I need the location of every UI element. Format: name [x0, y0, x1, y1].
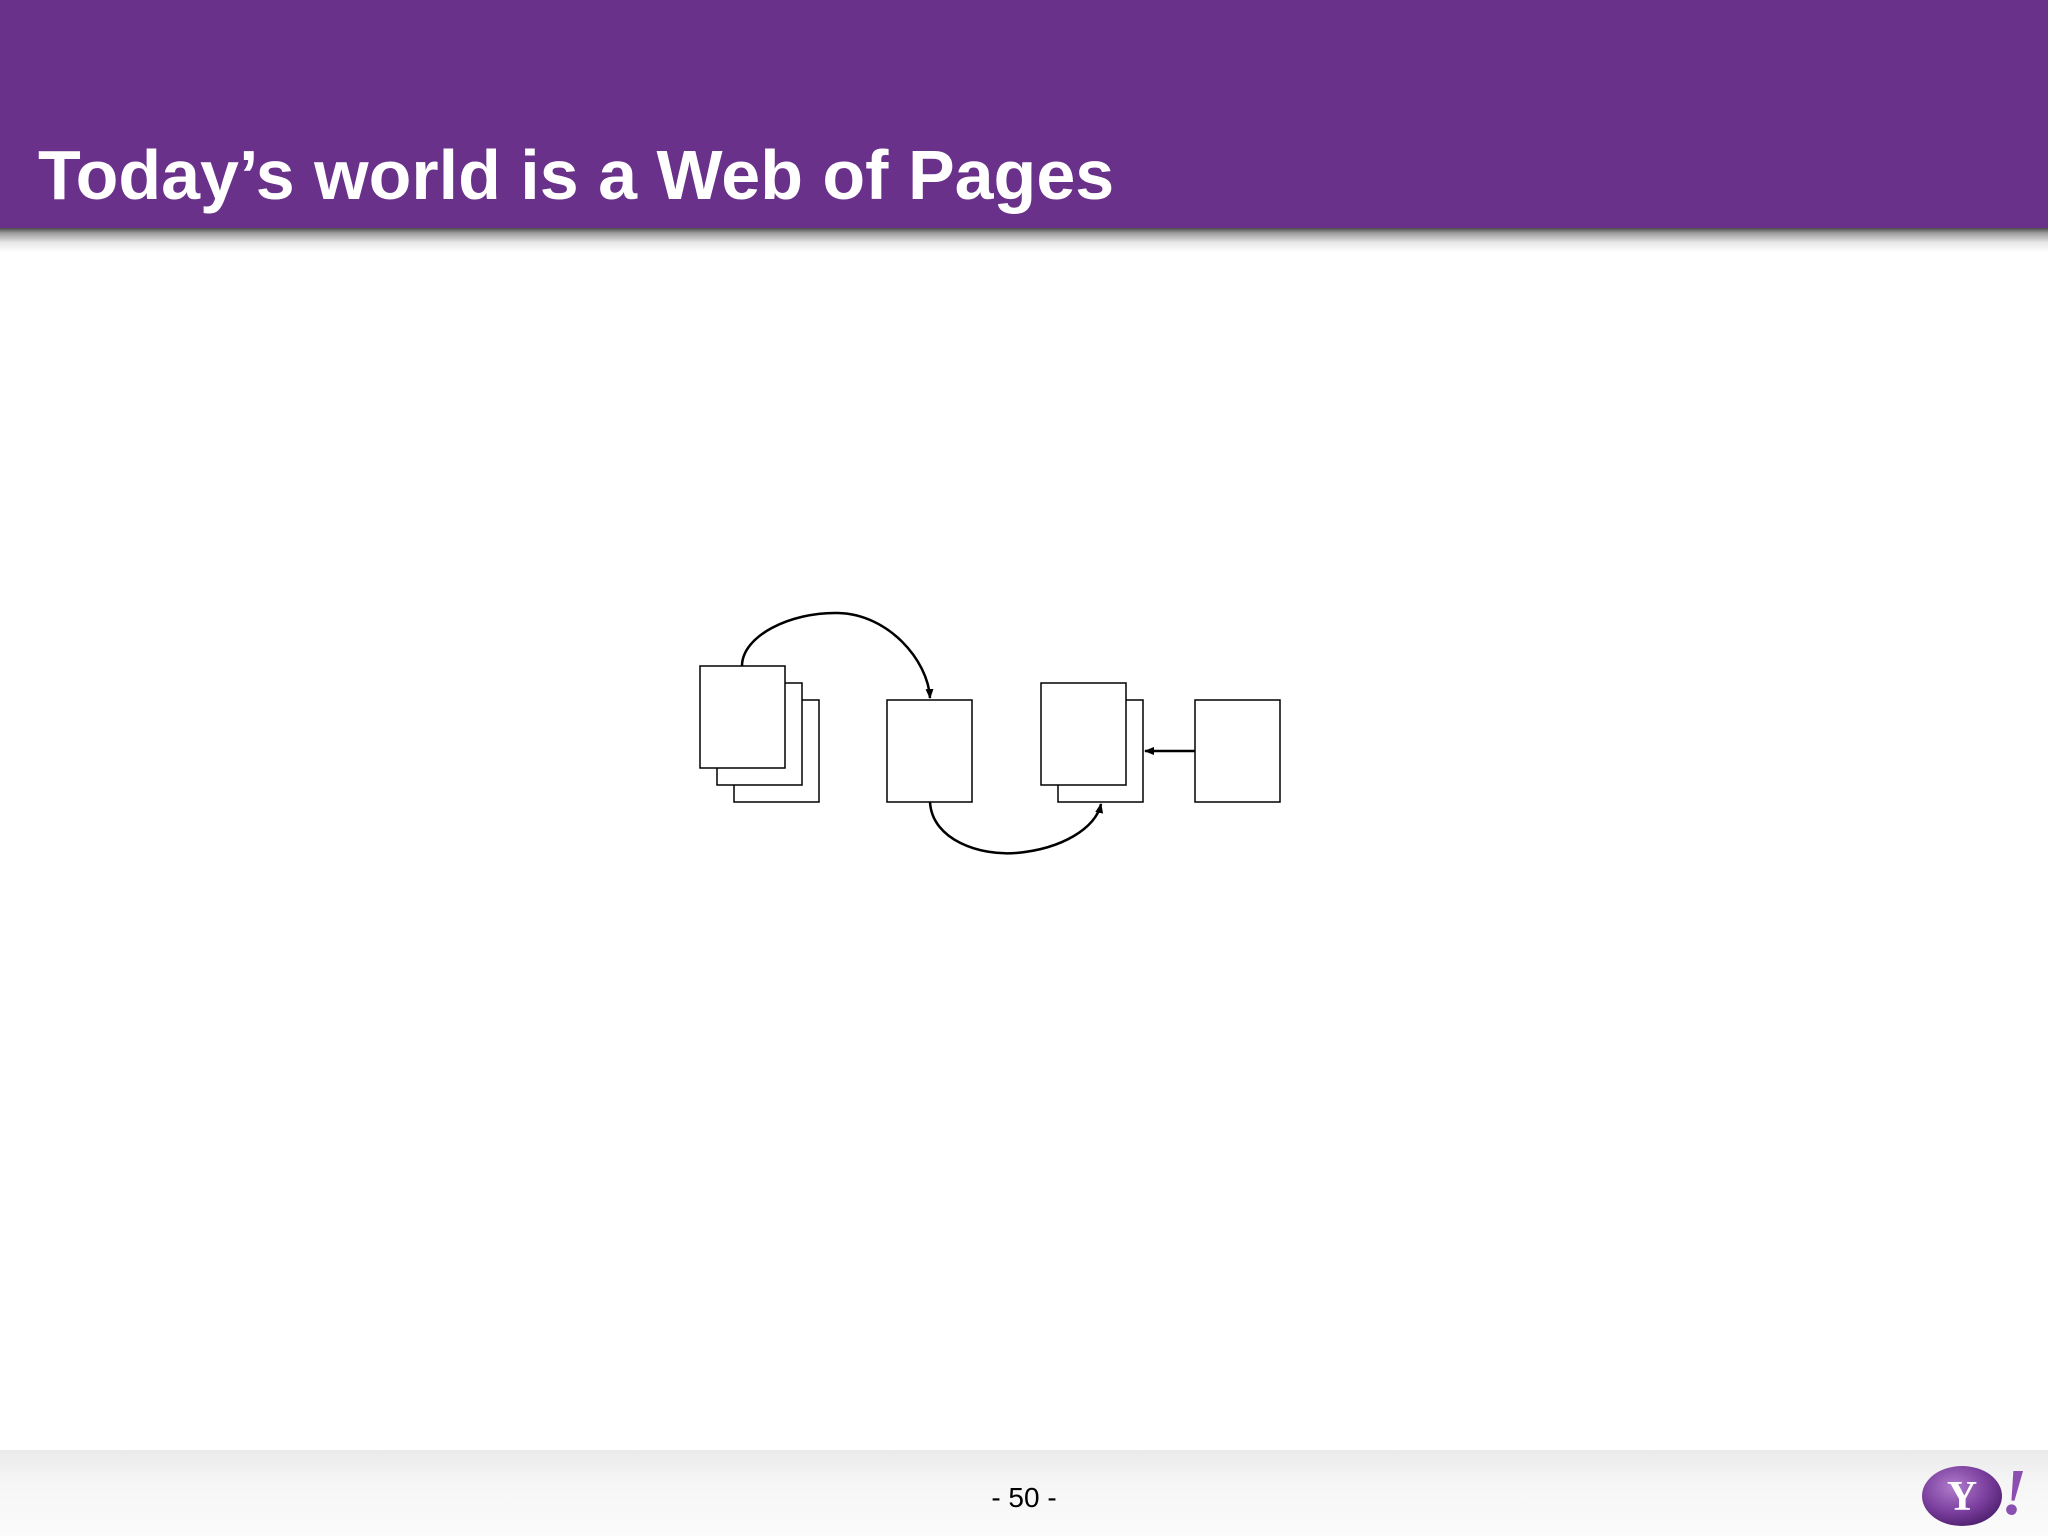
page-2: [886, 699, 973, 803]
page-stack-1: [699, 665, 820, 803]
web-of-pages-diagram: [699, 611, 1281, 855]
page-stack-3-front: [1040, 682, 1127, 786]
yahoo-logo: Y !: [1922, 1456, 2027, 1529]
link-arrow-page2-to-stack3: [928, 801, 1104, 855]
page-stack-3: [1040, 682, 1144, 803]
page-stack-1-front: [699, 665, 786, 769]
page-4: [1194, 699, 1281, 803]
page-2-rect: [886, 699, 973, 803]
slide: Today’s world is a Web of Pages - 50 - Y…: [0, 0, 2048, 1536]
page-4-rect: [1194, 699, 1281, 803]
svg-text:!: !: [2001, 1456, 2027, 1529]
page-number: - 50 -: [991, 1482, 1057, 1513]
svg-text:Y: Y: [1947, 1474, 1977, 1520]
